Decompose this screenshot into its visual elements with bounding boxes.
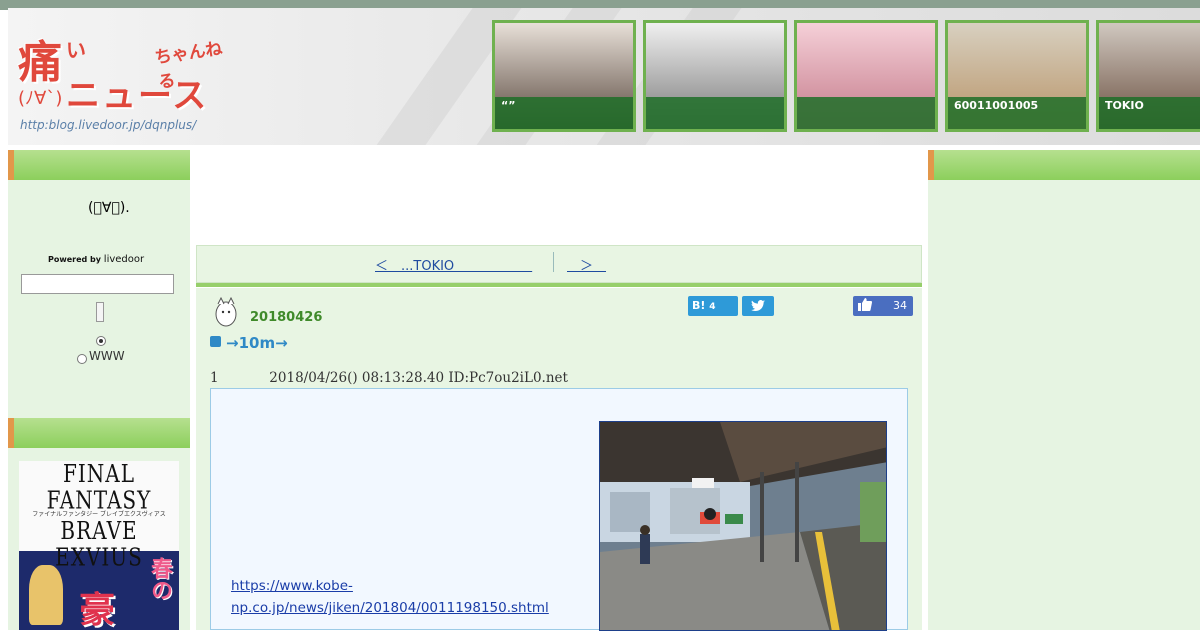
thumbnail-caption [646, 97, 784, 129]
powered-by: Powered by livedoor [48, 254, 144, 265]
thumbnail-item[interactable]: 60011001005 [945, 20, 1089, 132]
thumbnail-item[interactable] [794, 20, 938, 132]
thumbnail-caption [797, 97, 935, 129]
twitter-icon [751, 300, 765, 312]
prev-article-link[interactable]: ＜ ...TOKIO [375, 255, 532, 274]
response-header: 1 2018/04/26() 08:13:28.40 ID:Pc7ou2iL0.… [210, 370, 568, 386]
article: 20180426 B! 4 34 →10m→ 1 2018/04/26() 08… [196, 288, 922, 631]
sidebar-section-bar [8, 418, 190, 448]
source-news-link[interactable]: https://www.kobe-np.co.jp/news/jiken/201… [231, 575, 593, 619]
livedoor-logo: livedoor [103, 254, 145, 265]
logo-kanji: 痛 [18, 37, 62, 88]
radio-www[interactable] [77, 354, 87, 364]
ad-kanji1: 豪 [79, 590, 116, 630]
next-article-link[interactable]: ＞ [567, 255, 606, 274]
thumbnail-item[interactable]: TOKIO [1096, 20, 1200, 132]
ad-title-area: FINAL FANTASY ファイナルファンタジー ブレイブエクスヴィアス BR… [19, 461, 179, 570]
nav-divider [553, 252, 554, 272]
right-sidebar-header-bar [928, 150, 1200, 180]
powered-by-label: Powered by [48, 255, 101, 264]
main-content: ＜ ...TOKIO ＞ 20180426 B! 4 34 →10m→ 1 20… [190, 150, 928, 631]
face-icon: (ﾟ∀ﾟ). [88, 200, 130, 216]
hatena-count: 4 [709, 302, 716, 312]
article-nav: ＜ ...TOKIO ＞ [196, 245, 922, 283]
ad-kanji2: 春の [147, 557, 172, 601]
radio-www-label: WWW [89, 349, 125, 363]
thumbnail-item[interactable]: “” [492, 20, 636, 132]
mascot-icon [215, 296, 237, 327]
left-sidebar: (ﾟ∀ﾟ). Powered by livedoor WWW FINAL FAN… [8, 150, 190, 630]
nav-underline [196, 283, 922, 287]
response-number: 1 [210, 370, 219, 386]
hatena-label: B! [692, 299, 706, 312]
thumbnail-caption: TOKIO [1099, 97, 1200, 129]
response-body: https://www.kobe-np.co.jp/news/jiken/201… [210, 388, 908, 631]
article-date: 20180426 [250, 310, 323, 325]
radio-blog[interactable] [96, 336, 106, 346]
thumbs-up-icon [858, 296, 872, 316]
site-logo[interactable]: 痛 い ちゃんねる ニュース (ﾉ∀`) http:blog.livedoor.… [16, 26, 231, 136]
hatena-bookmark-button[interactable]: B! 4 [688, 296, 738, 316]
right-sidebar [928, 150, 1200, 630]
article-title[interactable]: →10m→ [210, 334, 288, 352]
ad-banner[interactable]: FINAL FANTASY ファイナルファンタジー ブレイブエクスヴィアス BR… [19, 461, 179, 630]
logo-url: http:blog.livedoor.jp/dqnplus/ [20, 118, 197, 132]
thumbnail-caption: “” [495, 97, 633, 129]
article-title-text: →10m→ [226, 334, 288, 352]
thumbnail-caption: 60011001005 [948, 97, 1086, 129]
ad-title-line1: FINAL FANTASY [46, 461, 152, 515]
thumbnail-item[interactable] [643, 20, 787, 132]
station-photo-image [600, 422, 886, 630]
twitter-button[interactable] [742, 296, 774, 316]
logo-kana: い [66, 38, 86, 62]
sidebar-header-bar [8, 150, 190, 180]
logo-face: (ﾉ∀`) [18, 88, 63, 109]
search-button[interactable] [96, 302, 104, 322]
facebook-like-button[interactable]: 34 [853, 296, 913, 316]
play-bullet-icon [210, 336, 221, 347]
response-meta: 2018/04/26() 08:13:28.40 ID:Pc7ou2iL0.ne… [269, 370, 568, 386]
station-photo[interactable] [599, 421, 887, 631]
ad-character [29, 565, 63, 625]
logo-news: ニュース [66, 76, 209, 116]
facebook-like-count: 34 [893, 299, 907, 312]
search-input[interactable] [21, 274, 174, 294]
